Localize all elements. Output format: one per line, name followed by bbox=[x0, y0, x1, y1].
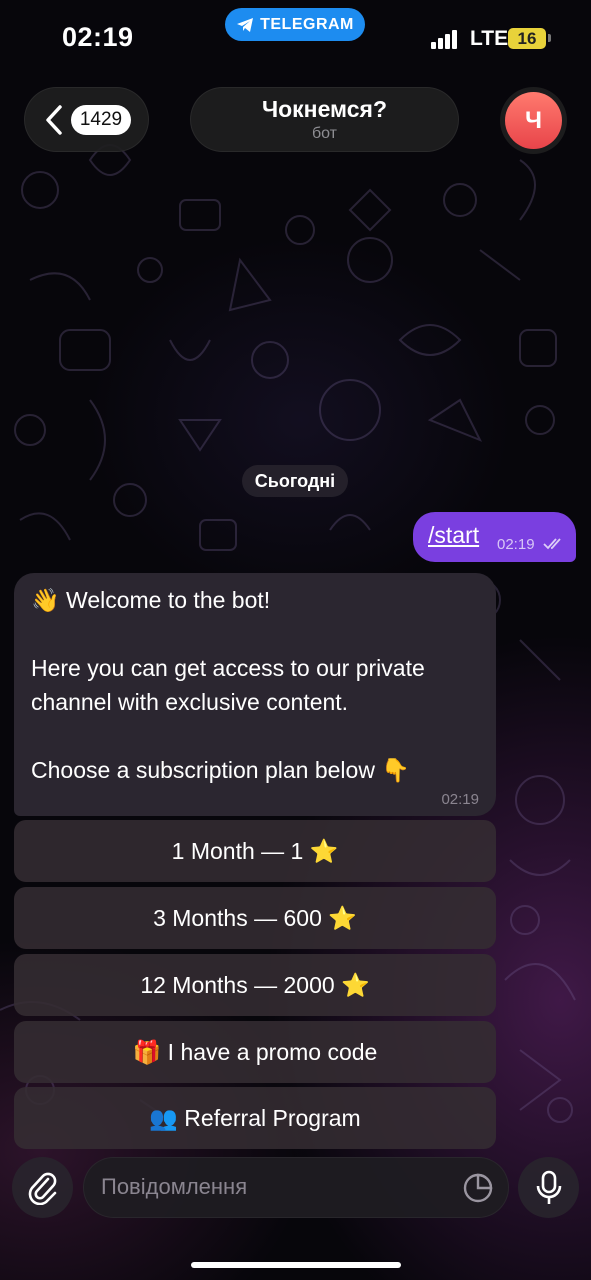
telegram-pill-label: TELEGRAM bbox=[260, 15, 354, 33]
telegram-plane-icon bbox=[237, 17, 254, 32]
message-line: Here you can get access to our private bbox=[31, 655, 425, 681]
plan-1-month-button[interactable]: 1 Month — 1 ⭐ bbox=[14, 820, 496, 882]
back-chevron-icon bbox=[46, 105, 62, 135]
message-placeholder: Повідомлення bbox=[101, 1174, 248, 1199]
status-time: 02:19 bbox=[62, 22, 134, 52]
incoming-time: 02:19 bbox=[441, 791, 479, 808]
double-check-icon bbox=[543, 538, 561, 550]
voice-button[interactable] bbox=[518, 1157, 579, 1218]
incoming-message: 👋 Welcome to the bot! Here you can get a… bbox=[14, 573, 496, 816]
chat-subtitle: бот bbox=[311, 125, 338, 142]
avatar: Ч bbox=[505, 92, 562, 149]
microphone-icon bbox=[536, 1170, 561, 1204]
plan-12-months-button[interactable]: 12 Months — 2000 ⭐ bbox=[14, 954, 496, 1016]
back-button[interactable]: 1429 bbox=[24, 87, 149, 152]
signal-icon bbox=[431, 30, 457, 49]
date-separator: Сьогодні bbox=[242, 465, 348, 497]
promo-code-button[interactable]: 🎁 I have a promo code bbox=[14, 1021, 496, 1083]
home-indicator[interactable] bbox=[191, 1262, 401, 1268]
telegram-app-pill[interactable]: TELEGRAM bbox=[225, 8, 365, 41]
outgoing-message: /start 02:19 bbox=[413, 512, 576, 562]
paperclip-icon bbox=[28, 1172, 56, 1205]
message-line: Choose a subscription plan below 👇 bbox=[31, 757, 410, 783]
chat-title: Чокнемся? bbox=[261, 96, 388, 122]
chat-screen: 02:19 TELEGRAM LTE 16 1429 Чокнемся? бот… bbox=[0, 0, 591, 1280]
sticker-icon[interactable] bbox=[462, 1172, 494, 1204]
battery-icon: 16 bbox=[508, 28, 546, 49]
chat-title-pill[interactable]: Чокнемся? бот bbox=[190, 87, 459, 152]
network-type: LTE bbox=[470, 27, 509, 50]
message-line: channel with exclusive content. bbox=[31, 689, 349, 715]
unread-count-badge: 1429 bbox=[71, 105, 131, 135]
attach-button[interactable] bbox=[12, 1157, 73, 1218]
referral-program-button[interactable]: 👥 Referral Program bbox=[14, 1087, 496, 1149]
chat-avatar-button[interactable]: Ч bbox=[500, 87, 567, 154]
message-input[interactable]: Повідомлення bbox=[83, 1157, 509, 1218]
plan-3-months-button[interactable]: 3 Months — 600 ⭐ bbox=[14, 887, 496, 949]
battery-cap bbox=[548, 34, 551, 42]
outgoing-time: 02:19 bbox=[497, 536, 535, 553]
message-line: 👋 Welcome to the bot! bbox=[31, 587, 271, 613]
start-command-link[interactable]: /start bbox=[428, 522, 479, 549]
